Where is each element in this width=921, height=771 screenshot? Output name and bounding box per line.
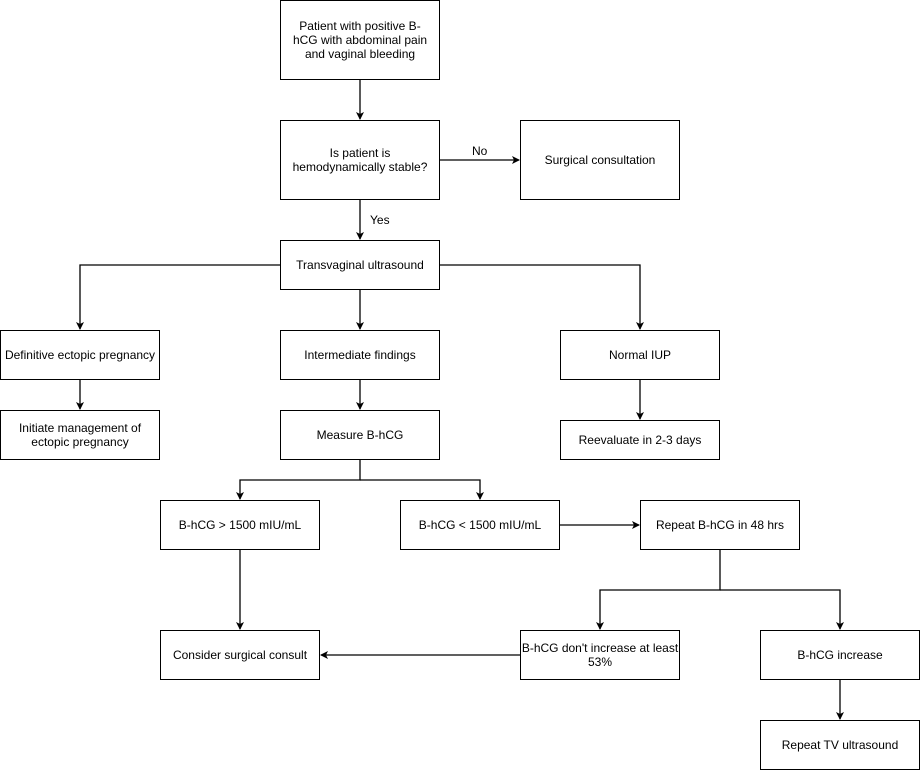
edge-n13-n15 <box>596 550 721 630</box>
edge-n9-n11 <box>236 460 361 500</box>
node-repeat-bhcg-48h[interactable]: Repeat B-hCG in 48 hrs <box>640 500 800 550</box>
node-bhcg-above-1500[interactable]: B-hCG > 1500 mIU/mL <box>160 500 320 550</box>
edge-n13-n16 <box>720 589 844 630</box>
node-bhcg-no-increase[interactable]: B-hCG don't increase at least 53% <box>520 630 680 680</box>
node-surgical-consultation[interactable]: Surgical consultation <box>520 120 680 200</box>
node-bhcg-below-1500[interactable]: B-hCG < 1500 mIU/mL <box>400 500 560 550</box>
edge-label-yes: Yes <box>370 213 390 227</box>
node-transvaginal-ultrasound[interactable]: Transvaginal ultrasound <box>280 240 440 290</box>
node-reevaluate[interactable]: Reevaluate in 2-3 days <box>560 420 720 460</box>
node-repeat-tv-ultrasound[interactable]: Repeat TV ultrasound <box>760 720 920 770</box>
node-hemodynamic-stable-question[interactable]: Is patient is hemodynamically stable? <box>280 120 440 200</box>
edge-label-no: No <box>472 144 488 158</box>
edge-n4-n5 <box>76 264 280 330</box>
node-initiate-management[interactable]: Initiate management of ectopic pregnancy <box>0 410 160 460</box>
node-normal-iup[interactable]: Normal IUP <box>560 330 720 380</box>
node-patient-presentation[interactable]: Patient with positive B-hCG with abdomin… <box>280 0 440 80</box>
node-consider-surgical-consult[interactable]: Consider surgical consult <box>160 630 320 680</box>
edge-n4-n7 <box>440 264 644 330</box>
node-bhcg-increase[interactable]: B-hCG increase <box>760 630 920 680</box>
edge-n9-n12 <box>360 479 484 500</box>
node-definitive-ectopic[interactable]: Definitive ectopic pregnancy <box>0 330 160 380</box>
node-intermediate-findings[interactable]: Intermediate findings <box>280 330 440 380</box>
node-measure-bhcg[interactable]: Measure B-hCG <box>280 410 440 460</box>
